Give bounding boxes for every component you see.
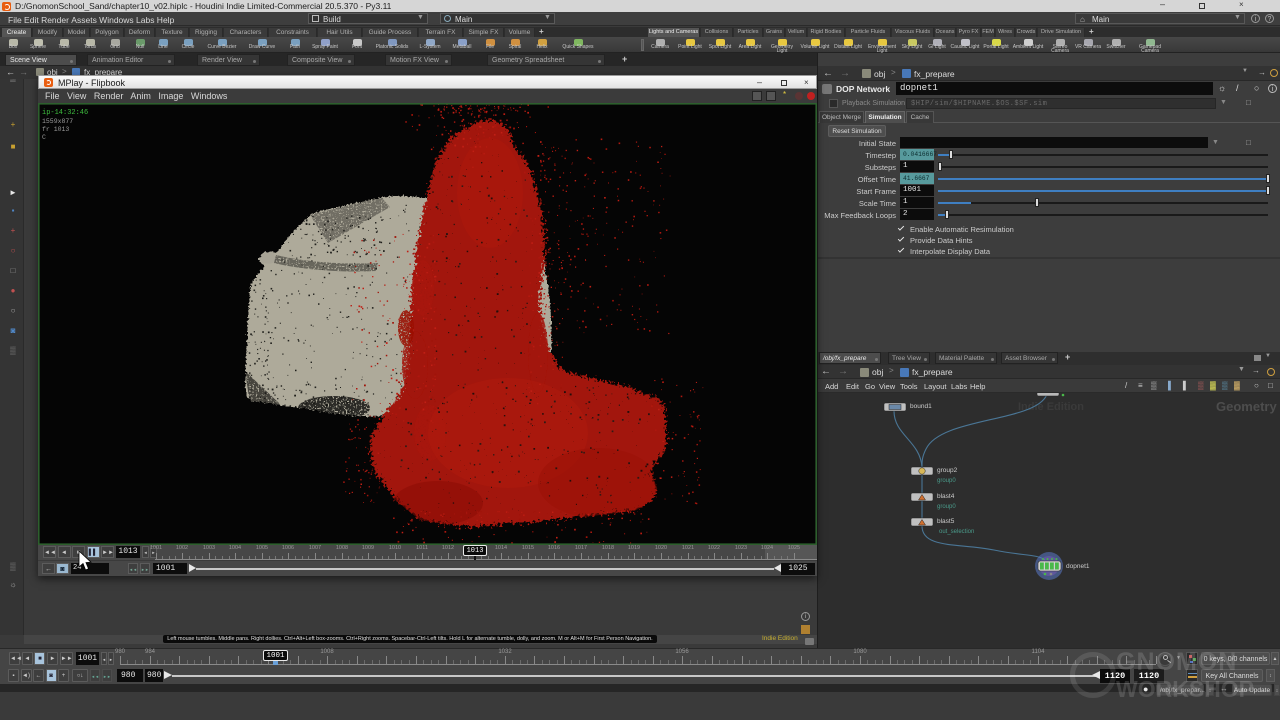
svg-text:fr 1013: fr 1013 bbox=[42, 126, 69, 133]
svg-text:ip-14:32:46: ip-14:32:46 bbox=[42, 109, 88, 117]
svg-text:1559x877: 1559x877 bbox=[42, 118, 73, 125]
svg-text:C: C bbox=[42, 134, 46, 141]
